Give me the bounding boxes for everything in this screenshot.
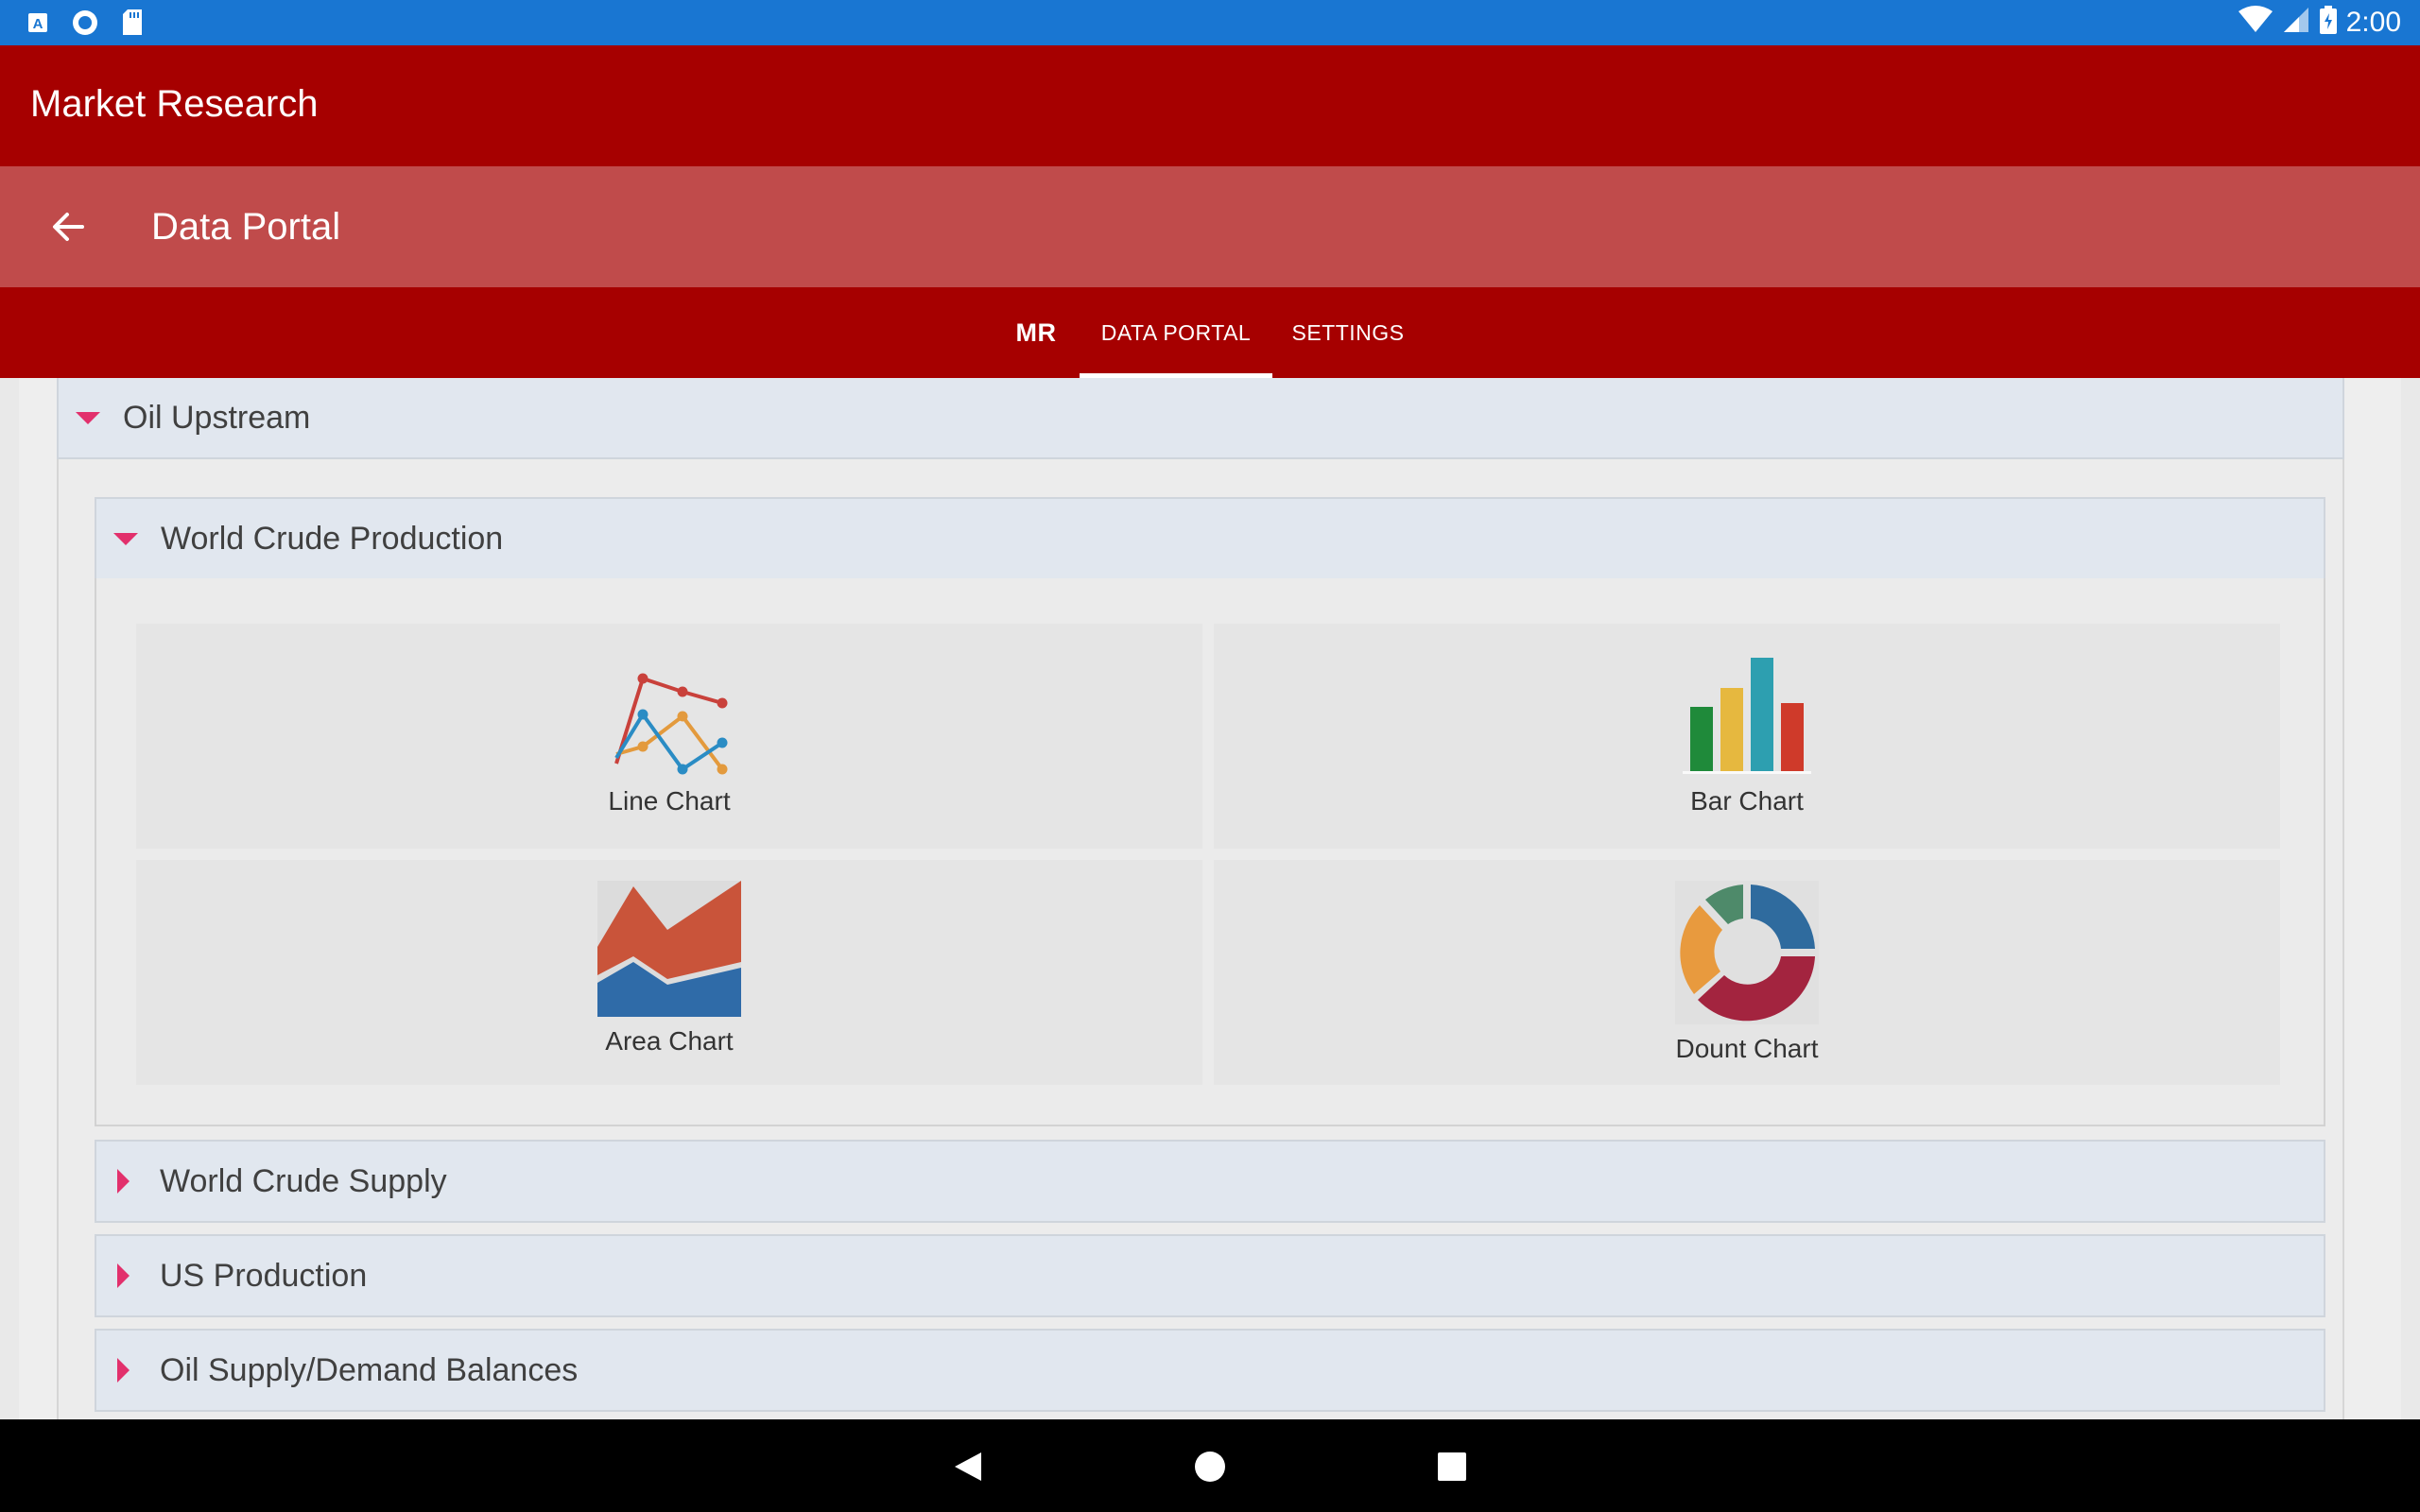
caret-right-icon xyxy=(117,1263,130,1288)
area-chart-tile[interactable]: Area Chart xyxy=(136,860,1202,1085)
bar-chart-tile[interactable]: Bar Chart xyxy=(1214,624,2280,849)
status-left-icons: A xyxy=(25,9,146,36)
line-chart-tile[interactable]: Line Chart xyxy=(136,624,1202,849)
donut-chart-icon xyxy=(1675,881,1819,1024)
content-area[interactable]: Oil Upstream World Crude Production Line… xyxy=(19,378,2401,1419)
group-title: Oil Supply/Demand Balances xyxy=(160,1351,579,1388)
section-title: Oil Upstream xyxy=(123,399,311,436)
circle-icon xyxy=(72,9,98,36)
group-title: World Crude Supply xyxy=(160,1162,447,1199)
tab-bar: MR DATA PORTAL SETTINGS xyxy=(0,287,2420,378)
back-button[interactable] xyxy=(38,197,98,257)
chart-tile-label: Dount Chart xyxy=(1675,1034,1819,1063)
app-bar: Market Research xyxy=(0,45,2420,166)
page-title: Data Portal xyxy=(151,206,341,248)
wifi-icon xyxy=(2238,6,2273,39)
recents-icon xyxy=(1438,1452,1466,1481)
back-icon xyxy=(955,1452,981,1481)
group-header-us-production[interactable]: US Production xyxy=(95,1234,2325,1317)
home-icon xyxy=(1195,1452,1225,1482)
tab-mr[interactable]: MR xyxy=(1002,287,1070,378)
section-header-oil-upstream[interactable]: Oil Upstream xyxy=(57,378,2344,459)
caret-right-icon xyxy=(117,1358,130,1383)
group-header-world-crude-supply[interactable]: World Crude Supply xyxy=(95,1140,2325,1223)
battery-icon xyxy=(2319,6,2337,39)
group-header-world-crude-production[interactable]: World Crude Production xyxy=(95,497,2325,580)
chart-tile-label: Bar Chart xyxy=(1690,786,1804,816)
caret-down-icon xyxy=(76,411,100,424)
group-title: World Crude Production xyxy=(161,520,504,557)
donut-chart-tile[interactable]: Dount Chart xyxy=(1214,860,2280,1085)
signal-icon xyxy=(2282,6,2310,39)
sub-toolbar: Data Portal xyxy=(0,166,2420,287)
app-title: Market Research xyxy=(30,83,319,125)
bar-chart-icon xyxy=(1683,658,1811,774)
arrow-left-icon xyxy=(53,213,84,241)
status-bar: A 2:00 xyxy=(0,0,2420,45)
navigation-bar xyxy=(0,1419,2420,1512)
chart-tile-label: Line Chart xyxy=(608,786,731,816)
svg-text:A: A xyxy=(33,16,43,32)
caret-down-icon xyxy=(113,532,138,545)
nav-recents-button[interactable] xyxy=(1424,1438,1480,1495)
line-chart-icon xyxy=(614,673,728,775)
group-header-oil-supply-demand[interactable]: Oil Supply/Demand Balances xyxy=(95,1329,2325,1412)
caret-right-icon xyxy=(117,1169,130,1194)
tab-data-portal[interactable]: DATA PORTAL xyxy=(1080,287,1272,378)
area-chart-icon xyxy=(597,881,741,1017)
nav-back-button[interactable] xyxy=(940,1438,996,1495)
a-icon: A xyxy=(25,9,51,36)
status-right: 2:00 xyxy=(2238,6,2401,39)
sdcard-icon xyxy=(119,9,146,36)
nav-home-button[interactable] xyxy=(1182,1438,1238,1495)
tab-settings[interactable]: SETTINGS xyxy=(1282,287,1414,378)
chart-tile-label: Area Chart xyxy=(605,1026,734,1056)
group-title: US Production xyxy=(160,1257,368,1294)
status-time: 2:00 xyxy=(2345,6,2401,38)
